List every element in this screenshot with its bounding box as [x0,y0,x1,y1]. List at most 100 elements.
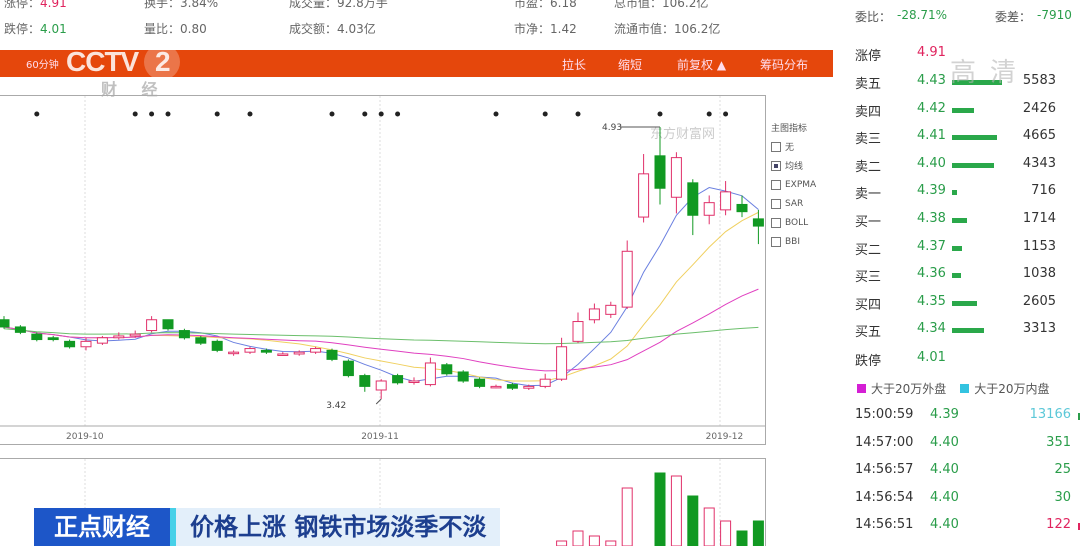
event-marker[interactable] [247,111,253,117]
candle [408,380,420,383]
checkbox[interactable] [771,217,781,228]
checkbox[interactable] [771,160,781,171]
candle [736,203,748,213]
toolbar-stretch[interactable]: 拉长 [562,56,586,73]
legend-option[interactable]: BBI [771,232,816,251]
candle [31,333,43,341]
toolbar-chip-distribution[interactable]: 筹码分布 [760,56,808,73]
order-level-row[interactable]: 买一 4.38 1714 [855,211,1080,238]
candlestick-chart: 东方财富网2019-10 2019-11 2019-124.933.42 [0,95,766,445]
row-label: 买一 [855,215,882,230]
quote-label: 流通市值： [614,22,675,36]
row-qty: 1153 [1022,238,1056,254]
order-level-row[interactable]: 买三 4.36 1038 [855,266,1080,293]
row-qty: 2605 [1022,293,1056,309]
event-marker[interactable] [723,111,729,117]
legend-option[interactable]: 均线 [771,156,816,175]
legend-option[interactable]: EXPMA [771,175,816,194]
event-marker[interactable] [395,111,401,117]
checkbox[interactable] [771,179,781,190]
candle [523,385,535,389]
quote-value: 0.80 [180,22,207,36]
row-qty: 4343 [1022,155,1056,171]
quote-value: 4.01 [40,22,67,36]
indicator-legend: 主图指标无均线 EXPMA SAR BOLL BBI [771,118,816,251]
legend-option[interactable]: SAR [771,194,816,213]
event-marker[interactable] [329,111,335,117]
event-marker[interactable] [706,111,712,117]
x-tick-label: 2019-12 [706,432,744,442]
volume-bar [572,530,584,546]
volume-bar [654,472,666,546]
event-marker[interactable] [493,111,499,117]
checkbox[interactable] [771,141,781,152]
row-qty: 716 [1031,183,1056,199]
event-marker[interactable] [165,111,171,117]
quote-value: 6.18 [550,0,577,10]
depth-bar [952,300,977,306]
event-marker[interactable] [214,111,220,117]
event-marker[interactable] [542,111,548,117]
candle [720,191,732,211]
candle [359,375,371,387]
wei-bi-value: -28.71% [897,8,948,22]
trade-time: 14:56:54 [855,489,914,505]
candle [670,157,682,198]
candle [293,351,305,355]
candle [539,378,551,387]
candle [129,333,141,337]
event-marker[interactable] [132,111,138,117]
row-qty: 2426 [1022,100,1056,116]
candle [441,364,453,375]
quote-label: 市盈： [514,0,551,10]
trade-price: 4.40 [930,434,959,450]
row-label: 卖三 [855,132,882,148]
legend-option-label: SAR [785,198,804,209]
legend-option[interactable]: BOLL [771,213,816,232]
candle [392,375,404,384]
row-label: 卖四 [855,104,882,120]
row-price: 4.39 [917,183,946,199]
order-level-row[interactable]: 卖四 4.42 2426 [855,101,1080,128]
toolbar-shrink[interactable]: 缩短 [618,56,642,73]
trade-row: 14:57:00 4.40 351 [855,435,1080,457]
quote-field: 涨停：4.91 [4,0,67,11]
wei-cha-value: -7910 [1037,8,1072,22]
candle [244,348,256,353]
quote-label: 成交量： [289,0,338,10]
toolbar-adjust[interactable]: 前复权 ▲ [677,56,726,73]
volume-bar [605,540,617,546]
legend-option[interactable]: 无 [771,137,816,156]
quote-value: 3.84% [180,0,219,10]
program-name: 正点财经 [34,508,176,546]
order-level-row[interactable]: 卖二 4.40 4343 [855,156,1080,183]
quote-value: 4.03亿 [337,22,376,36]
event-marker[interactable] [149,111,155,117]
row-price: 4.38 [917,211,946,226]
trade-qty: 122 [1046,517,1071,532]
event-marker[interactable] [34,111,40,117]
trade-legend: 大于20万外盘 大于20万内盘 [857,380,1080,397]
checkbox[interactable] [771,236,781,247]
event-marker[interactable] [362,111,368,117]
candle [605,304,617,315]
trade-qty: 13166 [1029,407,1071,422]
row-price: 4.35 [917,293,946,309]
order-level-row[interactable]: 卖三 4.41 4665 [855,128,1080,155]
row-label: 卖二 [855,159,882,175]
order-level-row[interactable]: 卖一 4.39 716 [855,183,1080,210]
quote-value: 92.8万手 [337,0,388,10]
event-marker[interactable] [575,111,581,117]
event-marker[interactable] [657,111,663,117]
quote-value: 1.42 [550,22,577,36]
checkbox[interactable] [771,198,781,209]
order-level-row[interactable]: 买四 4.35 2605 [855,294,1080,321]
event-marker[interactable] [378,111,384,117]
candle [342,360,354,377]
row-label: 买三 [855,270,882,286]
row-label: 卖一 [855,187,882,203]
order-level-row[interactable]: 买二 4.37 1153 [855,239,1080,266]
candle [457,371,469,382]
limit-down-row[interactable]: 跌停 4.01 [855,350,1080,377]
order-level-row[interactable]: 买五 4.34 3313 [855,321,1080,348]
